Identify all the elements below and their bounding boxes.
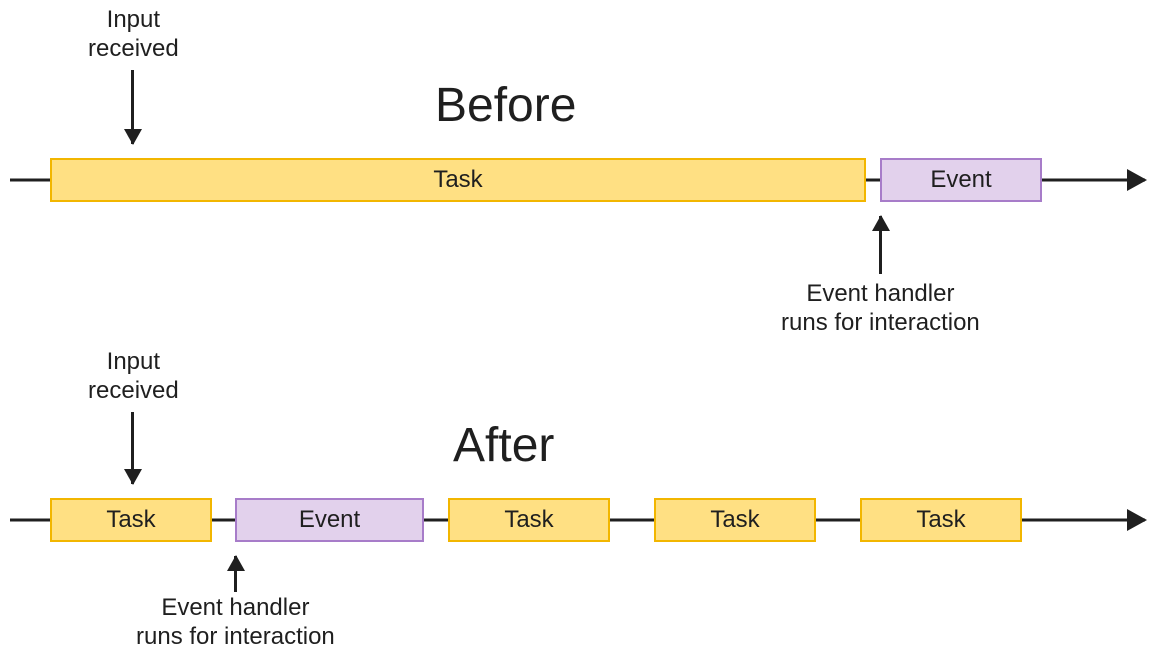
- arrow-up-icon: [879, 216, 882, 274]
- event-block: Event: [235, 498, 424, 542]
- annotation-text: Input received: [88, 348, 179, 404]
- block-label: Task: [106, 506, 155, 534]
- arrow-right-icon: [1127, 169, 1147, 191]
- arrow-down-icon: [131, 70, 134, 144]
- block-label: Task: [504, 506, 553, 534]
- annotation-text-line1: Event handler: [161, 594, 309, 621]
- annotation-text-line1: Event handler: [806, 280, 954, 307]
- annotation-input-received-before: Input received: [88, 6, 179, 64]
- timeline-before: Task Event: [10, 158, 1145, 202]
- annotation-event-handler-before: Event handler runs for interaction: [781, 280, 980, 338]
- annotation-event-handler-after: Event handler runs for interaction: [136, 594, 335, 652]
- task-block: Task: [448, 498, 610, 542]
- task-block: Task: [860, 498, 1022, 542]
- block-label: Task: [433, 166, 482, 194]
- task-block: Task: [50, 498, 212, 542]
- block-label: Task: [710, 506, 759, 534]
- annotation-text-line2: runs for interaction: [136, 623, 335, 650]
- task-block: Task: [654, 498, 816, 542]
- arrow-right-icon: [1127, 509, 1147, 531]
- task-block: Task: [50, 158, 866, 202]
- heading-after: After: [453, 418, 554, 473]
- arrow-up-icon: [234, 556, 237, 592]
- annotation-text-line2: runs for interaction: [781, 309, 980, 336]
- event-block: Event: [880, 158, 1042, 202]
- annotation-text: Input received: [88, 6, 179, 62]
- annotation-input-received-after: Input received: [88, 348, 179, 406]
- heading-before: Before: [435, 78, 576, 133]
- arrow-down-icon: [131, 412, 134, 484]
- block-label: Event: [299, 506, 360, 534]
- block-label: Task: [916, 506, 965, 534]
- block-label: Event: [930, 166, 991, 194]
- diagram-canvas: Before Input received Task Event Event h…: [0, 0, 1155, 647]
- timeline-after: Task Event Task Task Task: [10, 498, 1145, 542]
